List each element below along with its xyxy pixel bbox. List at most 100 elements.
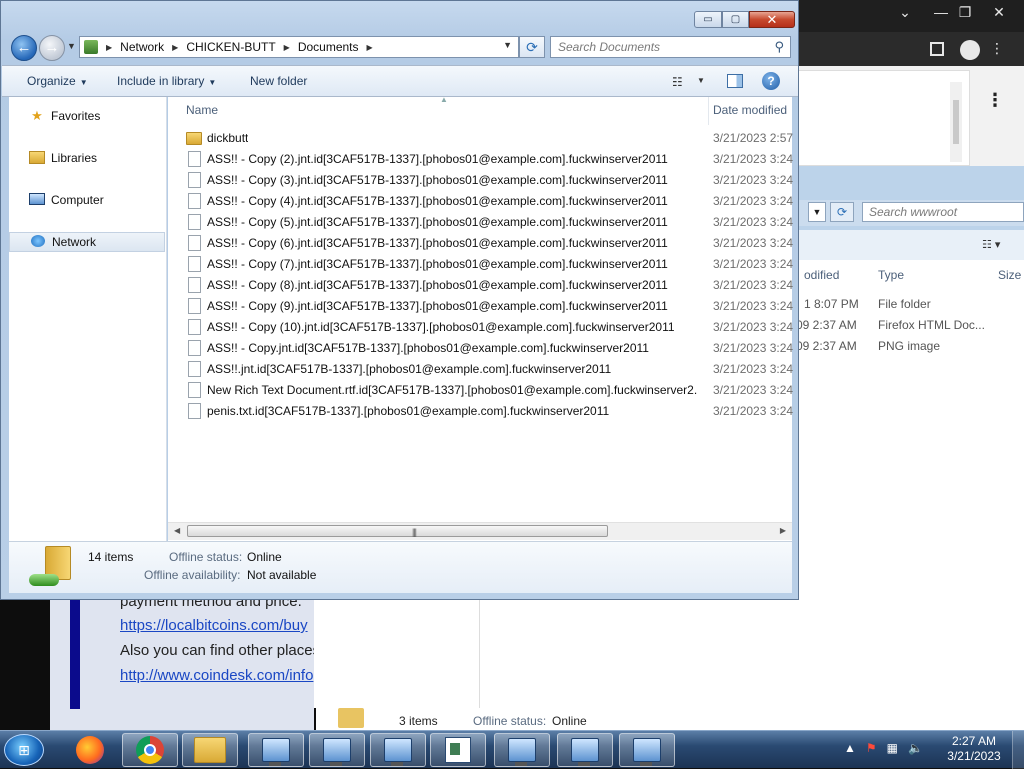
search-icon[interactable]: ⚲ xyxy=(774,39,784,55)
list-item[interactable]: ASS!! - Copy (9).jnt.id[3CAF517B-1337].[… xyxy=(186,296,793,317)
list-item[interactable]: ASS!! - Copy (8).jnt.id[3CAF517B-1337].[… xyxy=(186,275,793,296)
list-item-type: Firefox HTML Doc... xyxy=(878,318,985,332)
restore-icon[interactable]: ❐ xyxy=(950,2,980,22)
list-item[interactable]: New Rich Text Document.rtf.id[3CAF517B-1… xyxy=(186,380,794,401)
list-item[interactable]: ASS!! - Copy (2).jnt.id[3CAF517B-1337].[… xyxy=(186,149,793,170)
recent-pages-icon[interactable]: ▼ xyxy=(67,41,76,51)
list-item[interactable]: ASS!! - Copy (7).jnt.id[3CAF517B-1337].[… xyxy=(186,254,793,275)
views-icon[interactable]: ☷ ▾ xyxy=(982,238,1000,251)
taskbar-remote-desktop[interactable] xyxy=(557,733,613,767)
column-header-modified[interactable]: odified xyxy=(804,268,839,282)
file-date: 3/21/2023 3:24 xyxy=(713,383,794,397)
chevron-down-icon[interactable]: ▼ xyxy=(503,40,512,50)
taskbar-remote-desktop[interactable] xyxy=(619,733,675,767)
network-tray-icon[interactable]: ▦ xyxy=(887,741,898,755)
file-date: 3/21/2023 3:24 xyxy=(713,320,794,334)
views-icon[interactable]: ☷ xyxy=(672,75,683,89)
new-folder-button[interactable]: New folder xyxy=(250,74,307,88)
dialog-menu-icon[interactable]: ⋮ xyxy=(986,90,1004,111)
action-center-icon[interactable]: ⚑ xyxy=(866,741,877,755)
file-icon xyxy=(188,214,201,230)
taskbar-explorer[interactable] xyxy=(182,733,238,767)
chevron-right-icon[interactable]: ▶ xyxy=(172,43,178,52)
avatar[interactable] xyxy=(960,40,980,60)
taskbar-remote-desktop[interactable] xyxy=(248,733,304,767)
chevron-right-icon[interactable]: ▶ xyxy=(284,43,290,52)
taskbar-chrome[interactable] xyxy=(122,733,178,767)
taskbar-firefox[interactable] xyxy=(62,733,118,767)
tab-search-icon[interactable] xyxy=(930,42,944,56)
list-item[interactable]: ASS!! - Copy.jnt.id[3CAF517B-1337].[phob… xyxy=(186,338,793,359)
sidebar-item-libraries[interactable]: Libraries xyxy=(9,148,165,168)
column-header-name[interactable]: Name xyxy=(186,103,218,117)
sidebar-item-computer[interactable]: Computer xyxy=(9,190,165,210)
column-divider[interactable] xyxy=(708,97,709,125)
offline-status-label: Offline status: xyxy=(169,550,243,564)
taskbar-remote-desktop[interactable] xyxy=(309,733,365,767)
minimize-button[interactable]: ▭ xyxy=(694,11,722,28)
sort-indicator-icon: ▲ xyxy=(440,95,448,104)
taskbar-remote-desktop[interactable] xyxy=(370,733,426,767)
forward-button[interactable]: → xyxy=(39,35,65,61)
back-button[interactable]: ← xyxy=(11,35,37,61)
search-input[interactable]: Search wwwroot xyxy=(862,202,1024,222)
help-icon[interactable]: ? xyxy=(762,72,780,90)
chevron-down-icon[interactable]: ⌄ xyxy=(890,2,920,22)
show-desktop-button[interactable] xyxy=(1012,731,1024,769)
include-in-library-button[interactable]: Include in library ▼ xyxy=(117,74,216,88)
organize-button[interactable]: Organize ▼ xyxy=(27,74,88,88)
refresh-icon[interactable]: ⟳ xyxy=(830,202,854,222)
sidebar-item-network[interactable]: Network xyxy=(9,232,165,252)
scroll-right-icon[interactable]: ▶ xyxy=(780,526,786,535)
breadcrumb-host[interactable]: CHICKEN-BUTT xyxy=(186,40,275,54)
list-item[interactable]: ASS!! - Copy (6).jnt.id[3CAF517B-1337].[… xyxy=(186,233,793,254)
chevron-right-icon[interactable]: ▶ xyxy=(367,43,373,52)
scroll-left-icon[interactable]: ◀ xyxy=(174,526,180,535)
breadcrumb-network[interactable]: Network xyxy=(120,40,164,54)
folder-icon xyxy=(338,708,364,728)
clock[interactable]: 2:27 AM 3/21/2023 xyxy=(944,734,1004,764)
list-item[interactable]: ASS!!.jnt.id[3CAF517B-1337].[phobos01@ex… xyxy=(186,359,793,380)
refresh-button[interactable]: ⟳ xyxy=(519,36,545,58)
sidebar-item-favorites[interactable]: ★ Favorites xyxy=(9,106,165,126)
background-explorer-minimize[interactable] xyxy=(1004,178,1024,192)
sidebar-item-label: Libraries xyxy=(51,151,98,165)
close-icon[interactable]: ✕ xyxy=(984,2,1014,22)
maximize-button[interactable]: ▢ xyxy=(722,11,749,28)
list-item[interactable]: penis.txt.id[3CAF517B-1337].[phobos01@ex… xyxy=(186,401,793,422)
taskbar-document[interactable] xyxy=(430,733,486,767)
background-scrollbar[interactable] xyxy=(950,82,962,162)
coindesk-link[interactable]: http://www.coindesk.com/info xyxy=(120,667,313,684)
chevron-down-icon[interactable]: ▼ xyxy=(697,76,705,85)
horizontal-scrollbar[interactable]: ◀ ||| ▶ xyxy=(168,522,792,540)
list-item[interactable]: ASS!! - Copy (3).jnt.id[3CAF517B-1337].[… xyxy=(186,170,793,191)
close-button[interactable]: ✕ xyxy=(749,11,795,28)
start-button[interactable]: ⊞ xyxy=(4,734,44,766)
offline-availability-label: Offline availability: xyxy=(144,568,241,582)
list-item[interactable]: ASS!! - Copy (10).jnt.id[3CAF517B-1337].… xyxy=(186,317,794,338)
column-header-date-modified[interactable]: Date modified xyxy=(713,103,787,117)
volume-muted-icon[interactable]: 🔈 xyxy=(908,741,923,755)
bitcoin-link[interactable]: https://localbitcoins.com/buy xyxy=(120,617,308,634)
search-input[interactable]: Search Documents ⚲ xyxy=(550,36,791,58)
list-item[interactable]: dickbutt 3/21/2023 2:57 xyxy=(186,128,793,149)
navigation-pane: ★ Favorites Libraries Computer Network xyxy=(9,97,167,541)
chevron-down-icon[interactable]: ▼ xyxy=(808,202,826,222)
chevron-right-icon[interactable]: ▶ xyxy=(106,43,112,52)
offline-status-value: Online xyxy=(552,714,587,728)
list-item[interactable]: ASS!! - Copy (4).jnt.id[3CAF517B-1337].[… xyxy=(186,191,793,212)
show-hidden-icons-icon[interactable]: ▲ xyxy=(844,741,856,755)
file-name: ASS!! - Copy (3).jnt.id[3CAF517B-1337].[… xyxy=(207,173,668,187)
file-name: ASS!! - Copy (5).jnt.id[3CAF517B-1337].[… xyxy=(207,215,668,229)
breadcrumb-documents[interactable]: Documents xyxy=(298,40,359,54)
scrollbar-thumb[interactable]: ||| xyxy=(187,525,608,537)
file-list: ▲ Name Date modified dickbutt 3/21/2023 … xyxy=(168,95,794,541)
kebab-menu-icon[interactable]: ⋮ xyxy=(990,40,1005,57)
file-icon xyxy=(188,277,201,293)
preview-pane-icon[interactable] xyxy=(727,74,743,88)
list-item[interactable]: ASS!! - Copy (5).jnt.id[3CAF517B-1337].[… xyxy=(186,212,793,233)
taskbar-remote-desktop[interactable] xyxy=(494,733,550,767)
address-bar[interactable]: ▶ Network ▶ CHICKEN-BUTT ▶ Documents ▶ ▼ xyxy=(79,36,519,58)
column-header-type[interactable]: Type xyxy=(878,268,904,282)
column-header-size[interactable]: Size xyxy=(998,268,1021,282)
